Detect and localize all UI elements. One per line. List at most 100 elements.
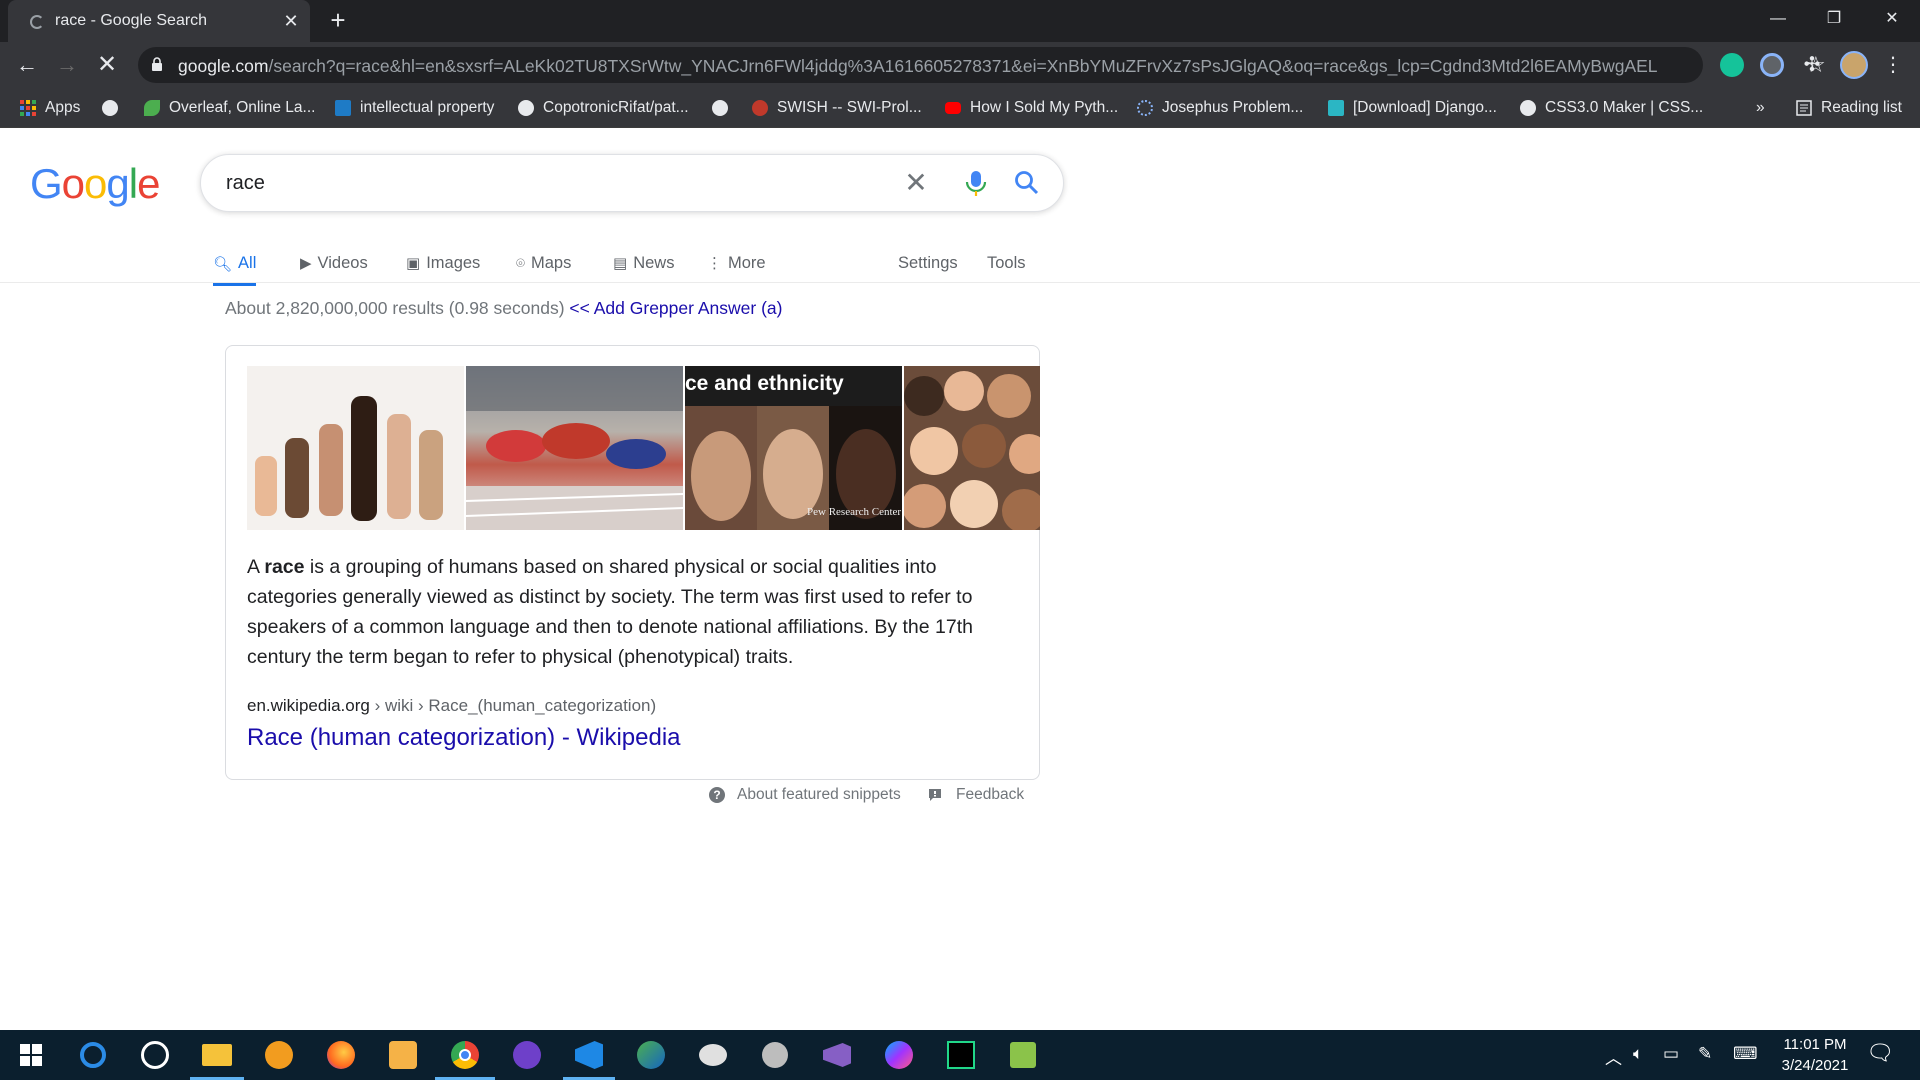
grepper-link[interactable]: << Add Grepper Answer (a) [569,298,782,318]
messenger-icon[interactable] [882,1038,916,1072]
news-icon: ▤ [613,255,628,272]
bookmark-apps[interactable]: Apps [20,95,80,121]
site-icon [1328,100,1344,116]
about-featured-snippets[interactable]: ? About featured snippets [709,784,901,806]
puzzle-extensions-icon[interactable]: ✣ [1800,53,1824,77]
lock-icon [152,57,162,71]
browser-tab[interactable]: race - Google Search ✕ [8,0,310,42]
google-logo[interactable]: Google [30,160,160,208]
loading-icon [1137,100,1153,116]
app-globe-icon[interactable] [634,1038,668,1072]
github-icon [518,100,534,116]
new-tab-button[interactable]: + [325,7,351,34]
snippet-image-children[interactable] [904,366,1040,530]
reading-list-icon [1796,100,1812,116]
search-box[interactable]: race ✕ [200,154,1064,212]
overleaf-icon [144,100,160,116]
file-explorer-icon[interactable] [200,1038,234,1072]
feedback-link[interactable]: Feedback [928,784,1024,806]
app-chart-icon[interactable] [1006,1038,1040,1072]
stop-loading-button[interactable]: ✕ [92,50,122,80]
system-clock[interactable]: 11:01 PM 3/24/2021 [1770,1034,1860,1076]
notifications-icon[interactable]: 🗨︎ [1866,1040,1894,1066]
minimize-button[interactable]: — [1750,0,1806,38]
github-desktop-icon[interactable] [510,1038,544,1072]
close-tab-icon[interactable]: ✕ [280,10,302,32]
whatsapp-icon[interactable] [138,1038,172,1072]
network-icon[interactable]: ▭ [1663,1044,1679,1064]
globe-icon [712,100,728,116]
youtube-icon [945,102,961,114]
tools-link[interactable]: Tools [987,244,1026,282]
vscode-icon[interactable] [572,1038,606,1072]
snippet-image-sprinters[interactable] [466,366,683,530]
wikipedia-result-link[interactable]: Race (human categorization) - Wikipedia [247,724,681,752]
grammarly-extension-icon[interactable] [1720,53,1744,77]
pen-icon[interactable]: ✎ [1698,1044,1712,1064]
more-vertical-icon: ⋮ [707,255,722,272]
bookmark-github[interactable]: CopotronicRifat/pat... [518,95,689,121]
bookmark-youtube[interactable]: How I Sold My Pyth... [945,95,1118,121]
apps-grid-icon [20,100,36,116]
map-pin-icon: ⌾ [516,254,526,272]
search-tabs: 🔍︎ All ▶ Videos ▣ Images ⌾ Maps ▤ News ⋮ More … [0,240,1920,286]
bookmarks-overflow-button[interactable]: » [1756,95,1765,121]
bookmark-swish[interactable]: SWISH -- SWI-Prol... [752,95,922,121]
url-text: google.com/search?q=race&hl=en&sxsrf=ALe… [178,56,1658,76]
snippet-citation: en.wikipedia.org › wiki › Race_(human_ca… [247,696,657,715]
tab-all[interactable]: 🔍︎ All [213,244,257,286]
tab-videos[interactable]: ▶ Videos [300,244,368,282]
bookmark-css3-maker[interactable]: CSS3.0 Maker | CSS... [1520,95,1703,121]
search-icon[interactable] [1014,170,1040,196]
forward-button[interactable]: → [52,50,82,80]
app-cloud-icon[interactable] [696,1038,730,1072]
firefox-icon[interactable] [324,1038,358,1072]
microphone-icon[interactable] [964,170,988,198]
snippet-image-credit: Pew Research Center [807,506,902,518]
extension-icon[interactable] [1760,53,1784,77]
settings-link[interactable]: Settings [898,244,958,282]
bookmark-globe-2[interactable] [712,95,737,121]
menu-icon[interactable]: ⋮ [1878,50,1908,80]
back-button[interactable]: ← [12,50,42,80]
bookmark-globe[interactable] [102,95,127,121]
reading-list-button[interactable]: Reading list [1796,95,1902,121]
swish-icon [752,100,768,116]
bookmark-josephus[interactable]: Josephus Problem... [1137,95,1303,121]
address-bar[interactable]: google.com/search?q=race&hl=en&sxsrf=ALe… [138,47,1826,83]
tab-more[interactable]: ⋮ More [707,244,766,282]
snippet-image-hands[interactable] [247,366,464,530]
app-icon[interactable] [386,1038,420,1072]
app-satellite-icon[interactable] [758,1038,792,1072]
globe-icon [1520,100,1536,116]
result-stats: About 2,820,000,000 results (0.98 second… [225,298,783,318]
tab-maps[interactable]: ⌾ Maps [516,244,571,282]
loading-spinner-icon [30,15,44,29]
snippet-image-faces[interactable]: ce and ethnicity Pew Research Center [685,366,902,530]
profile-avatar[interactable] [1840,51,1868,79]
pycharm-icon[interactable] [944,1038,978,1072]
visual-studio-icon[interactable] [820,1038,854,1072]
bookmarks-bar: Apps Overleaf, Online La... intellectual… [0,88,1920,128]
chrome-icon[interactable] [448,1038,482,1072]
vpn-app-icon[interactable] [262,1038,296,1072]
search-input[interactable]: race [226,172,265,195]
tab-news[interactable]: ▤ News [613,244,674,282]
windows-start-icon[interactable] [14,1038,48,1072]
keyboard-icon[interactable]: ⌨ [1733,1044,1758,1064]
volume-icon[interactable]: 🔈︎ [1633,1044,1643,1064]
clear-search-icon[interactable]: ✕ [901,168,931,198]
cortana-icon[interactable] [76,1038,110,1072]
snippet-image-caption: ce and ethnicity [685,372,844,395]
bookmark-intellectual-property[interactable]: intellectual property [335,95,494,121]
close-window-button[interactable]: ✕ [1864,0,1920,38]
bookmark-overleaf[interactable]: Overleaf, Online La... [144,95,315,121]
bookmark-django[interactable]: [Download] Django... [1328,95,1497,121]
tab-strip: race - Google Search ✕ + — ❐ ✕ [0,0,1920,42]
tab-images[interactable]: ▣ Images [406,244,480,282]
show-hidden-icons[interactable]: ︿ [1605,1044,1622,1069]
tab-title: race - Google Search [55,12,208,29]
restore-button[interactable]: ❐ [1806,0,1862,38]
scribd-icon [335,100,351,116]
help-icon: ? [709,787,725,803]
